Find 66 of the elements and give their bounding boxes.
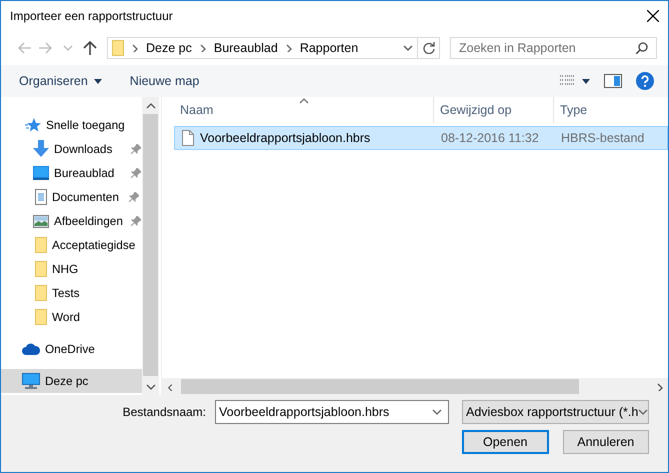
folder-icon bbox=[35, 285, 47, 301]
new-folder-button[interactable]: Nieuwe map bbox=[120, 70, 210, 92]
dropdown-icon[interactable] bbox=[403, 44, 413, 52]
nav-item[interactable]: Snelle toegang bbox=[1, 113, 142, 137]
help-icon[interactable] bbox=[636, 72, 654, 90]
caret-icon[interactable] bbox=[582, 78, 590, 84]
breadcrumb[interactable]: Rapporten bbox=[300, 41, 358, 55]
file-icon bbox=[182, 130, 194, 146]
nav-item[interactable]: Afbeeldingen bbox=[1, 209, 142, 233]
scroll-down-icon bbox=[146, 382, 156, 390]
dropdown-icon bbox=[432, 408, 442, 416]
star-icon bbox=[25, 117, 41, 133]
nav-item[interactable]: Deze pc bbox=[1, 369, 142, 393]
scroll-left-icon bbox=[166, 382, 174, 390]
close-icon[interactable] bbox=[647, 10, 659, 22]
column-header[interactable]: Naam bbox=[174, 97, 434, 123]
filename-field[interactable]: Voorbeeldrapportsjabloon.hbrs bbox=[215, 400, 449, 424]
chevron-icon bbox=[284, 44, 294, 52]
chevron-icon bbox=[130, 44, 140, 52]
breadcrumb[interactable]: Bureaublad bbox=[214, 41, 278, 55]
up-arrow-icon[interactable] bbox=[83, 41, 97, 55]
open-button[interactable]: Openen bbox=[462, 430, 548, 454]
scroll-up-icon bbox=[146, 102, 156, 110]
scrollbar-thumb[interactable] bbox=[143, 114, 158, 376]
file-type-dropdown[interactable]: Adviesbox rapportstructuur (*.h bbox=[462, 400, 649, 424]
nav-item[interactable]: NHG bbox=[1, 257, 142, 281]
window-title: Importeer een rapportstructuur bbox=[10, 9, 173, 23]
picture-icon bbox=[33, 214, 49, 228]
address-bar[interactable]: Deze pc Bureaublad Rapporten bbox=[107, 37, 440, 59]
folder-icon bbox=[35, 309, 47, 325]
view-options-icon[interactable] bbox=[560, 75, 574, 87]
down-arrow-icon bbox=[33, 140, 49, 158]
cancel-button[interactable]: Annuleren bbox=[562, 430, 649, 454]
nav-item[interactable]: OneDrive bbox=[1, 337, 142, 361]
search-field[interactable]: Zoeken in Rapporten bbox=[450, 37, 657, 59]
nav-item[interactable]: Word bbox=[1, 305, 142, 329]
sort-indicator-icon bbox=[298, 97, 308, 105]
table-cell-text: 08-12-2016 11:32 bbox=[440, 131, 540, 145]
folder-icon bbox=[35, 237, 47, 253]
folder-icon bbox=[112, 40, 124, 56]
organize-menu-button[interactable]: Organiseren bbox=[9, 70, 112, 92]
document-icon bbox=[35, 189, 47, 205]
nav-item[interactable]: Tests bbox=[1, 281, 142, 305]
scrollbar-thumb[interactable] bbox=[181, 379, 579, 394]
folder-icon bbox=[35, 261, 47, 277]
caret-icon bbox=[94, 78, 102, 84]
refresh-icon[interactable] bbox=[422, 42, 434, 54]
scroll-right-icon bbox=[654, 382, 664, 390]
file-row[interactable]: Voorbeeldrapportsjabloon.hbrs 08-12-2016 11:32 HBRS-bestand bbox=[174, 126, 668, 150]
breadcrumb[interactable]: Deze pc bbox=[146, 41, 192, 55]
cloud-icon bbox=[22, 343, 40, 355]
nav-item[interactable]: Downloads bbox=[1, 137, 142, 161]
search-icon bbox=[636, 42, 648, 54]
nav-item[interactable]: Documenten bbox=[1, 185, 142, 209]
table-cell-text: HBRS-bestand bbox=[560, 131, 646, 145]
column-header[interactable]: Gewijzigd op bbox=[434, 97, 554, 123]
dropdown-icon bbox=[638, 408, 648, 416]
nav-item[interactable]: Acceptatiegidse bbox=[1, 233, 142, 257]
monitor-icon bbox=[33, 166, 49, 180]
preview-pane-icon[interactable] bbox=[604, 74, 622, 88]
computer-icon bbox=[22, 373, 40, 389]
nav-item[interactable]: Bureaublad bbox=[1, 161, 142, 185]
file-name: Voorbeeldrapportsjabloon.hbrs bbox=[200, 131, 370, 145]
field-label: Bestandsnaam: bbox=[122, 405, 207, 419]
column-header[interactable]: Type bbox=[554, 97, 668, 123]
chevron-icon bbox=[198, 44, 208, 52]
